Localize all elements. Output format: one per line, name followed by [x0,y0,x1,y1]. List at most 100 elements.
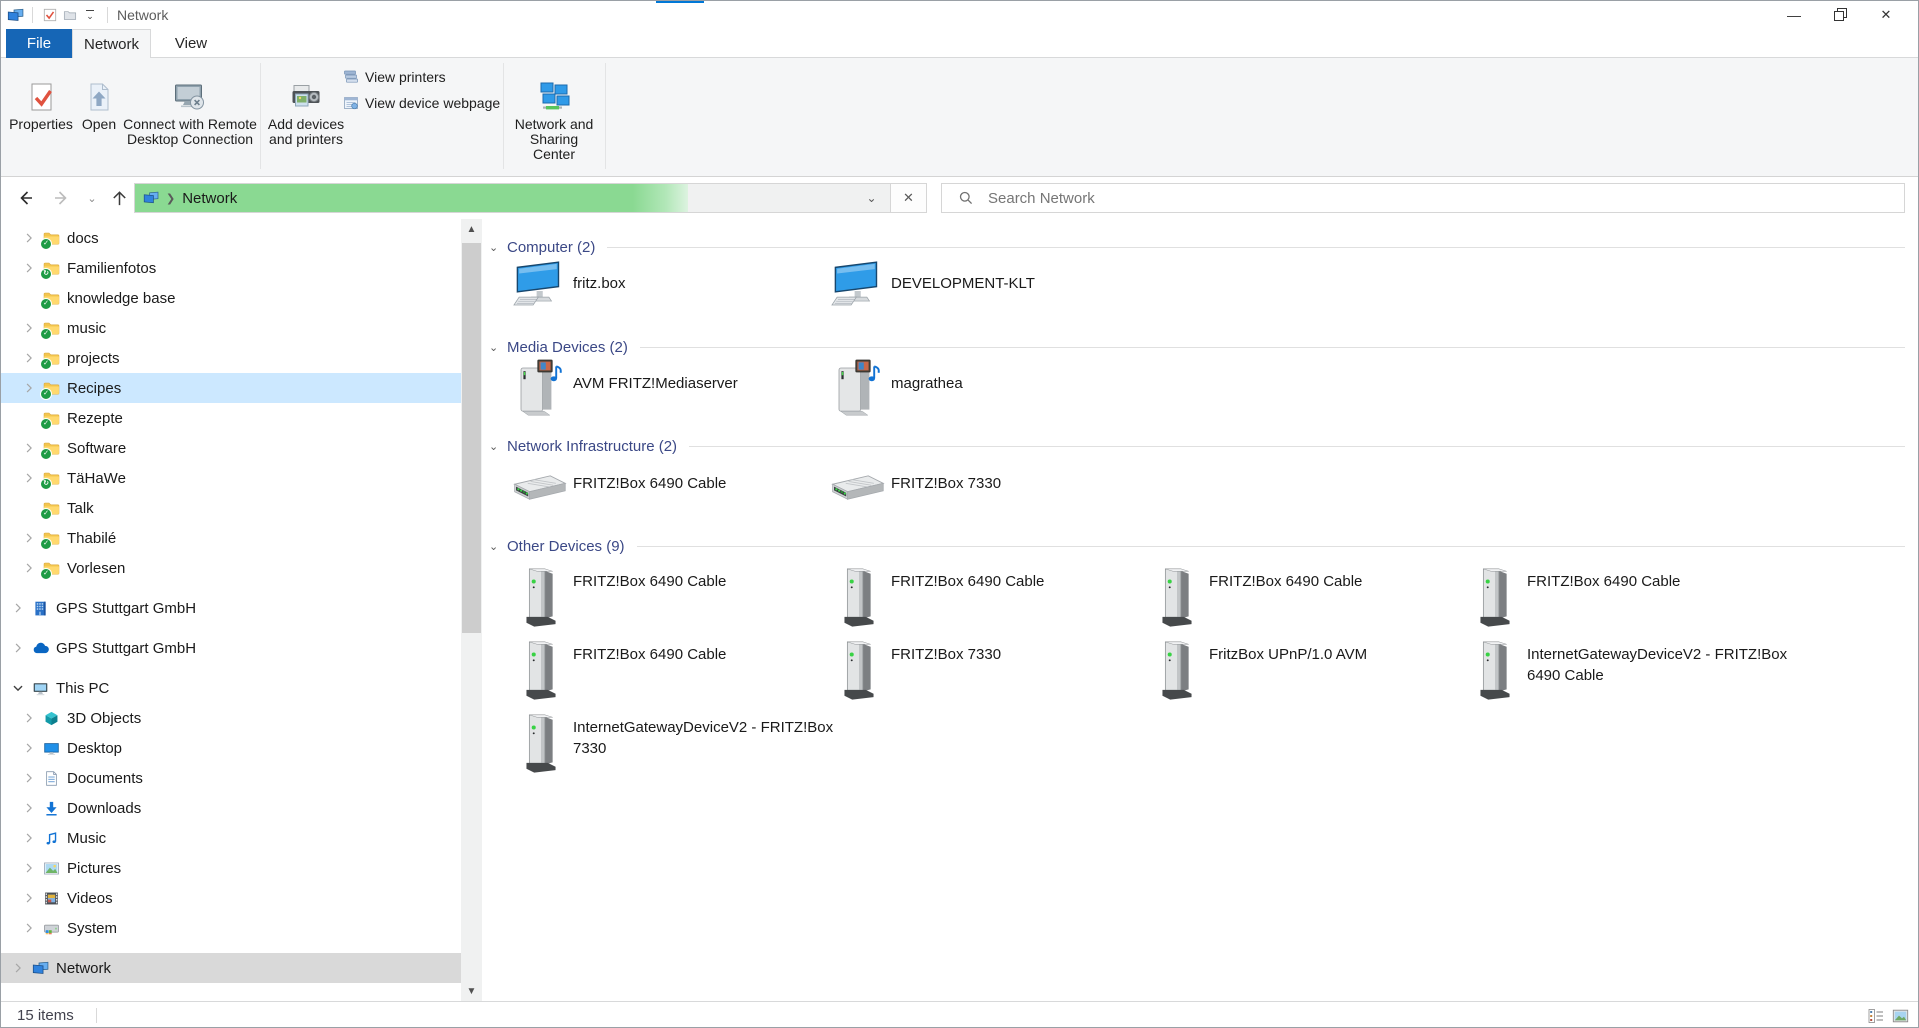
qat-properties-icon[interactable] [40,3,60,27]
sidebar-item-talk[interactable]: ✓ Talk [1,493,461,523]
chevron-right-icon[interactable] [22,530,36,546]
sidebar-item-software[interactable]: ✓ Software [1,433,461,463]
device-item-other-4[interactable]: FRITZ!Box 6490 Cable [521,638,858,702]
sidebar-item-documents[interactable]: Documents [1,763,461,793]
collapse-chevron-icon[interactable]: ⌄ [489,440,507,453]
device-item-other-8[interactable]: InternetGatewayDeviceV2 - FRITZ!Box 7330 [521,711,858,775]
chevron-right-icon[interactable] [11,640,25,656]
close-button[interactable]: ✕ [1863,1,1909,29]
sidebar-item-docs[interactable]: ✓ docs [1,223,461,253]
sidebar-item-rezepte[interactable]: ✓ Rezepte [1,403,461,433]
sidebar-item-network[interactable]: Network [1,953,461,983]
chevron-right-icon[interactable] [22,770,36,786]
collapse-chevron-icon[interactable]: ⌄ [489,540,507,553]
sidebar-item-music-folder[interactable]: ✓ music [1,313,461,343]
view-printers-button[interactable]: View printers [343,65,446,89]
scrollbar-thumb[interactable] [462,243,481,633]
sidebar-item-knowledge-base[interactable]: ✓ knowledge base [1,283,461,313]
chevron-right-icon[interactable] [22,320,36,336]
chevron-right-icon[interactable] [11,600,25,616]
up-button[interactable] [107,177,131,219]
sidebar-item-gps-stuttgart-onedrive[interactable]: GPS Stuttgart GmbH [1,633,461,663]
recent-locations-dropdown-icon[interactable]: ⌄ [83,177,101,219]
sidebar-item-music[interactable]: Music [1,823,461,853]
section-header-network-infrastructure[interactable]: ⌄ Network Infrastructure (2) [489,436,1905,456]
chevron-right-icon[interactable] [22,740,36,756]
chevron-right-icon[interactable] [11,960,25,976]
back-button[interactable] [13,177,37,219]
breadcrumb-chevron-icon[interactable]: ❯ [166,192,175,205]
sidebar-item-thabile[interactable]: ✓ Thabilé [1,523,461,553]
restore-button[interactable] [1817,1,1863,29]
section-header-computer[interactable]: ⌄ Computer (2) [489,237,1905,257]
search-box[interactable]: Search Network [941,183,1905,213]
add-devices-button[interactable]: Add devices and printers [267,61,345,147]
view-device-webpage-button[interactable]: View device webpage [343,91,500,115]
chevron-right-icon[interactable] [22,920,36,936]
sidebar-item-videos[interactable]: Videos [1,883,461,913]
address-bar[interactable]: ❯ Network ⌄ ✕ [134,183,927,213]
chevron-right-icon[interactable] [22,710,36,726]
chevron-right-icon[interactable] [22,260,36,276]
sidebar-item-tahawe[interactable]: ↻ TäHaWe [1,463,461,493]
device-item-fritz-box[interactable]: fritz.box [513,259,858,309]
remote-desktop-button[interactable]: Connect with Remote Desktop Connection [121,61,259,147]
collapse-chevron-icon[interactable]: ⌄ [489,341,507,354]
sidebar-item-projects[interactable]: ✓ projects [1,343,461,373]
sidebar-item-desktop[interactable]: Desktop [1,733,461,763]
scroll-up-icon[interactable]: ▲ [461,219,482,239]
qat-customize-dropdown-icon[interactable]: ⌄ [80,3,100,27]
device-item-fritzbox-6490-router[interactable]: FRITZ!Box 6490 Cable [509,465,858,505]
section-header-media-devices[interactable]: ⌄ Media Devices (2) [489,337,1905,357]
chevron-down-icon[interactable] [11,680,25,696]
chevron-right-icon[interactable] [22,560,36,576]
collapse-chevron-icon[interactable]: ⌄ [489,241,507,254]
chevron-right-icon[interactable] [22,830,36,846]
sidebar-item-pictures[interactable]: Pictures [1,853,461,883]
device-item-other-1[interactable]: FRITZ!Box 6490 Cable [839,565,1176,629]
device-item-other-0[interactable]: FRITZ!Box 6490 Cable [521,565,858,629]
chevron-right-icon[interactable] [22,800,36,816]
device-item-development-klt[interactable]: DEVELOPMENT-KLT [831,259,1176,309]
device-item-other-5[interactable]: FRITZ!Box 7330 [839,638,1176,702]
details-view-icon[interactable] [1868,1008,1884,1024]
qat-newfolder-icon[interactable] [60,3,80,27]
tab-network[interactable]: Network [72,29,151,58]
forward-button[interactable] [50,177,74,219]
open-button[interactable]: Open [77,61,121,132]
device-item-other-7[interactable]: InternetGatewayDeviceV2 - FRITZ!Box 6490… [1475,638,1812,702]
sidebar-item-vorlesen[interactable]: ✓ Vorlesen [1,553,461,583]
sidebar-item-3d-objects[interactable]: 3D Objects [1,703,461,733]
sidebar-item-gps-stuttgart-sharepoint[interactable]: GPS Stuttgart GmbH [1,593,461,623]
sidebar-item-recipes[interactable]: ✓ Recipes [1,373,461,403]
chevron-right-icon[interactable] [22,230,36,246]
network-sharing-center-button[interactable]: Network and Sharing Center [507,61,601,162]
stop-refresh-icon[interactable]: ✕ [890,184,926,212]
device-item-other-3[interactable]: FRITZ!Box 6490 Cable [1475,565,1812,629]
device-item-avm-mediaserver[interactable]: AVM FRITZ!Mediaserver [517,357,858,419]
chevron-right-icon[interactable] [22,440,36,456]
tab-view[interactable]: View [151,29,231,58]
chevron-right-icon[interactable] [22,350,36,366]
section-header-other-devices[interactable]: ⌄ Other Devices (9) [489,536,1905,556]
minimize-button[interactable]: — [1771,1,1817,29]
device-item-other-2[interactable]: FRITZ!Box 6490 Cable [1157,565,1494,629]
chevron-right-icon[interactable] [22,890,36,906]
tab-file[interactable]: File [6,29,72,58]
scroll-down-icon[interactable]: ▼ [461,981,482,1001]
sidebar-item-familienfotos[interactable]: ↻ Familienfotos [1,253,461,283]
device-item-fritzbox-7330-router[interactable]: FRITZ!Box 7330 [827,465,1176,505]
breadcrumb-item-network[interactable]: Network [182,190,237,207]
thumbnail-view-icon[interactable] [1892,1008,1909,1024]
sidebar-item-downloads[interactable]: Downloads [1,793,461,823]
tree-scrollbar[interactable]: ▲ ▼ [461,219,482,1001]
device-item-other-6[interactable]: FritzBox UPnP/1.0 AVM [1157,638,1494,702]
properties-button[interactable]: Properties [7,61,75,132]
sidebar-item-this-pc[interactable]: This PC [1,673,461,703]
device-item-magrathea[interactable]: magrathea [835,357,1176,419]
chevron-right-icon[interactable] [22,470,36,486]
sidebar-item-system[interactable]: System [1,913,461,943]
chevron-right-icon[interactable] [22,380,36,396]
address-dropdown-icon[interactable]: ⌄ [854,184,889,212]
chevron-right-icon[interactable] [22,860,36,876]
